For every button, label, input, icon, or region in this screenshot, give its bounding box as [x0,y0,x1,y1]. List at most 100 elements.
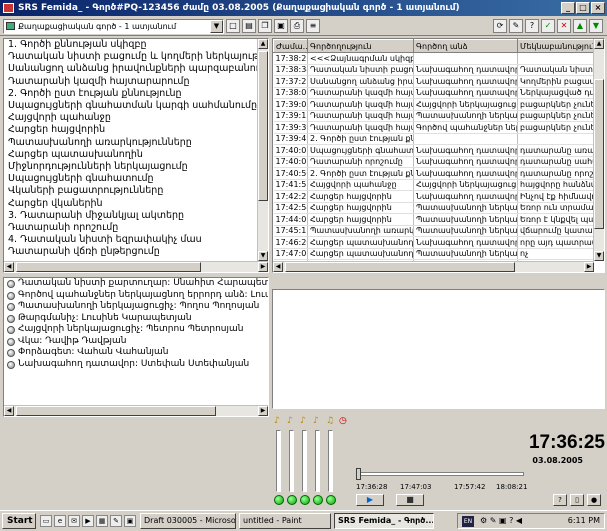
agenda-vertical-scrollbar[interactable]: ▲ ▼ [257,39,268,261]
task-paint[interactable]: untitled - Paint [239,513,331,529]
table-row[interactable]: 17:40:01Սպացույցների գնահատ...Նախագահող … [273,144,594,157]
participants-horizontal-scrollbar[interactable]: ◀ ▶ [4,405,268,416]
agenda-item[interactable]: 2. Գործի ըստ էության քննությունը [4,88,268,100]
table-row[interactable]: 17:42:28Հարցեր հայցվորինՆախագահող դատավո… [273,190,594,203]
scroll-thumb[interactable] [258,51,268,201]
agenda-item[interactable]: Հարցեր հայցվորին [4,124,268,136]
print-icon[interactable]: ⎙ [290,19,304,33]
case-type-select[interactable]: Քաղաքացիական գործ - 1 ատյանում ▼ [3,19,224,34]
scroll-right-arrow[interactable]: ▶ [584,262,594,272]
play-button[interactable]: ▶ [356,494,384,506]
properties-icon[interactable]: ≡ [306,19,320,33]
save-icon[interactable]: ▣ [274,19,288,33]
scroll-up-arrow[interactable]: ▲ [594,39,604,49]
table-row[interactable]: 17:44:07Հարցեր հայցվորինՊատասխանողի ներկ… [273,213,594,226]
column-header[interactable]: Մեկնաբանություն [517,39,594,53]
column-header[interactable]: Ժամա... [273,39,308,53]
table-row[interactable]: 17:38:34Դատական նիստի բացումը...Նախագահո… [273,64,594,76]
agenda-item[interactable]: 4. Դատական նիստի եզրափակիչ մաս [4,234,268,246]
volume-fader-3[interactable] [302,430,307,492]
edit-icon[interactable]: ✎ [509,19,523,33]
table-row[interactable]: 17:39:30Դատարանի կազմի հայտա...Գործով պա… [273,121,594,134]
volume-fader-1[interactable] [276,430,281,492]
mail-icon[interactable]: ✉ [68,515,80,527]
agenda-item[interactable]: Դատարանի կազմի հայտարարումը [4,76,268,88]
agenda-item[interactable]: Հարցեր վկաներին [4,198,268,210]
task-srs-femida[interactable]: SRS Femida_ - Գործ... [334,513,434,529]
scroll-left-arrow[interactable]: ◀ [4,262,14,272]
stop-button[interactable]: ■ [396,494,424,506]
agenda-item[interactable]: Սանանցող անձանց իրավունքների պարզաբանում… [4,63,268,75]
table-row[interactable]: 17:37:23Սանանցող անձանց իրա...Նախագահող … [273,75,594,88]
check-icon[interactable]: ✓ [541,19,555,33]
volume-fader-2[interactable] [289,430,294,492]
agenda-item[interactable]: Սպացույցների գնահատման կարգի սահմանումը [4,100,268,112]
language-indicator[interactable]: EN [462,516,474,527]
open-document-icon[interactable]: ▤ [242,19,256,33]
minimize-button[interactable]: _ [561,2,575,14]
table-row[interactable]: 17:40:502. Գործի ըստ էության քնն...Նախագ… [273,167,594,180]
agenda-item[interactable]: Դատարանի որոշումը [4,222,268,234]
record-settings-button[interactable]: ? [553,494,567,506]
agenda-item[interactable]: Պատասխանողի առարկությունները [4,137,268,149]
table-row[interactable]: 17:38:25<<<Ձայնագրման սկիզբը>>> [273,52,594,65]
explorer-icon[interactable]: ▦ [96,515,108,527]
pause-button[interactable]: ▯ [570,494,584,506]
scroll-thumb[interactable] [16,262,201,272]
desktop-icon[interactable]: ▭ [40,515,52,527]
agenda-item[interactable]: Դատարանի վճռի ընթերցումը [4,246,268,258]
task-word[interactable]: Draft 030005 - Microsoft... [140,513,236,529]
table-row[interactable]: 17:41:57Հայցվորի պահանջըՀայցվորի ներկայա… [273,179,594,191]
scroll-left-arrow[interactable]: ◀ [4,406,14,416]
table-row[interactable]: 17:39:02Դատարանի կազմի հայտա...Հայցվորի … [273,98,594,111]
timeline-handle[interactable] [356,468,361,480]
participant-item[interactable]: Թարգմանիչ: Լուսինե Կարապետյան [4,313,268,325]
log-horizontal-scrollbar[interactable]: ◀ ▶ [273,261,594,272]
scroll-down-arrow[interactable]: ▼ [594,251,604,261]
table-row[interactable]: 17:39:492. Գործի ըստ էության քնն... [273,133,594,145]
participant-item[interactable]: Գործով պահանջներ ներկայացնող երրորդ անձ:… [4,290,268,302]
scroll-thumb[interactable] [594,79,604,229]
start-button[interactable]: Start [2,513,36,529]
agenda-item[interactable]: 1. Գործի քննության սկիզբը [4,39,268,51]
copy-icon[interactable]: ❐ [258,19,272,33]
scroll-left-arrow[interactable]: ◀ [273,262,283,272]
log-vertical-scrollbar[interactable]: ▲ ▼ [593,39,604,261]
agenda-item[interactable]: Հայցվորի պահանջը [4,112,268,124]
maximize-button[interactable]: □ [576,2,590,14]
column-header[interactable]: Գործողություն [307,39,414,53]
participant-item[interactable]: Հայցվորի ներկայացուցիչ: Պետրոս Պետրոսյան [4,324,268,336]
search-icon[interactable]: ? [525,19,539,33]
playback-timeline[interactable] [356,468,524,482]
participant-item[interactable]: Դատական նիստի քարտուղար: Սնահիտ Հարապետյ… [4,278,268,290]
notes-panel[interactable] [272,289,605,409]
move-up-icon[interactable]: ▲ [573,19,587,33]
agenda-item[interactable]: Սպացույցների գնահատումը [4,173,268,185]
table-row[interactable]: 17:47:07Հարցեր պատասխանողինՊատասխանողի ն… [273,248,594,260]
table-row[interactable]: 17:39:18Դատարանի կազմի հայտա...Պատասխանո… [273,110,594,122]
app-icon[interactable]: ▣ [124,515,136,527]
browser-icon[interactable]: e [54,515,66,527]
new-document-icon[interactable]: □ [226,19,240,33]
agenda-item[interactable]: Վկաների բացատրությունները [4,185,268,197]
participant-item[interactable]: Պատասխանողի ներկայացուցիչ: Պողոս Պողոսյա… [4,301,268,313]
volume-fader-master[interactable] [328,430,333,492]
scroll-thumb[interactable] [16,406,216,416]
scroll-thumb[interactable] [285,262,515,272]
delete-icon[interactable]: ✕ [557,19,571,33]
paint-icon[interactable]: ✎ [110,515,122,527]
table-row[interactable]: 17:46:20Հարցեր պատասխանողինՆախագահող դատ… [273,236,594,249]
move-down-icon[interactable]: ▼ [589,19,603,33]
agenda-item[interactable]: Հարցեր պատասխանողին [4,149,268,161]
agenda-item[interactable]: Դատական նիստի բացումը և կողմերի ներկայու… [4,51,268,63]
scroll-right-arrow[interactable]: ▶ [258,262,268,272]
participant-item[interactable]: Նախագահող դատավոր: Ստեփան Ստեփանյան [4,359,268,371]
close-button[interactable]: × [591,2,605,14]
agenda-item[interactable]: Միջնորդությունների ներկայացումը [4,161,268,173]
refresh-icon[interactable]: ⟳ [493,19,507,33]
agenda-item[interactable]: 3. Դատարանի միջանկյալ ակտերը [4,210,268,222]
scroll-right-arrow[interactable]: ▶ [258,406,268,416]
table-row[interactable]: 17:45:15Պատասխանողի առարկո...Պատասխանողի… [273,225,594,237]
media-icon[interactable]: ▶ [82,515,94,527]
chevron-down-icon[interactable]: ▼ [210,20,223,33]
